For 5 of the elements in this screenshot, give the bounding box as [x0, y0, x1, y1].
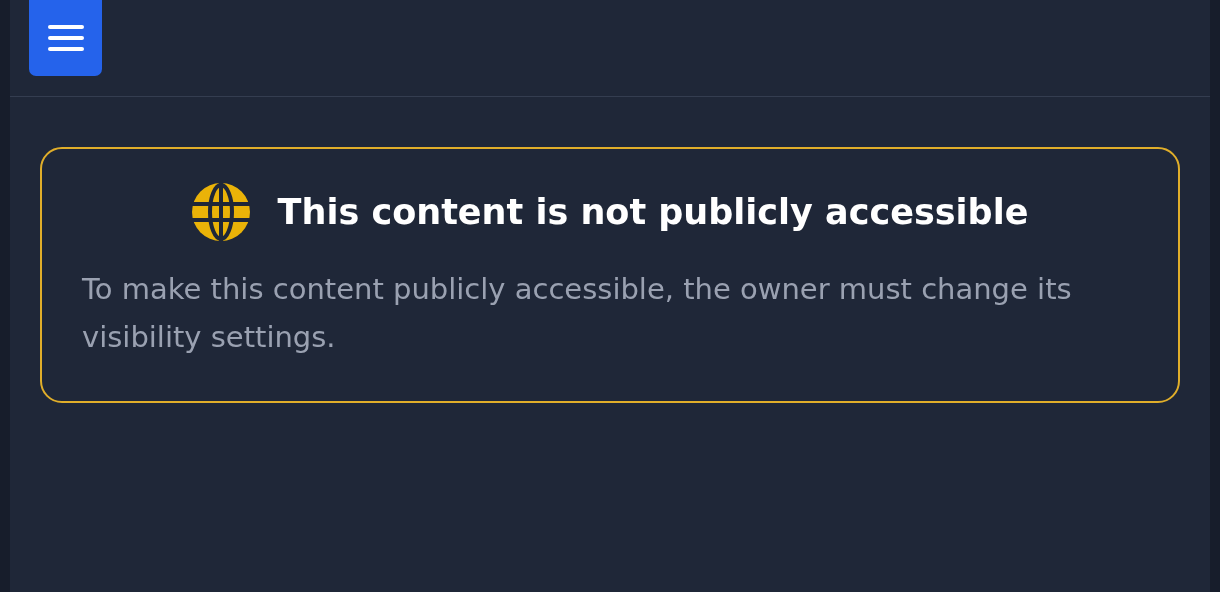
globe-icon: [191, 183, 250, 241]
menu-button[interactable]: [29, 0, 102, 76]
notice-title: This content is not publicly accessible: [277, 192, 1029, 232]
menu-icon: [47, 23, 84, 53]
notice-message: To make this content publicly accessible, the owner must change its visibility settings.: [82, 271, 1073, 356]
